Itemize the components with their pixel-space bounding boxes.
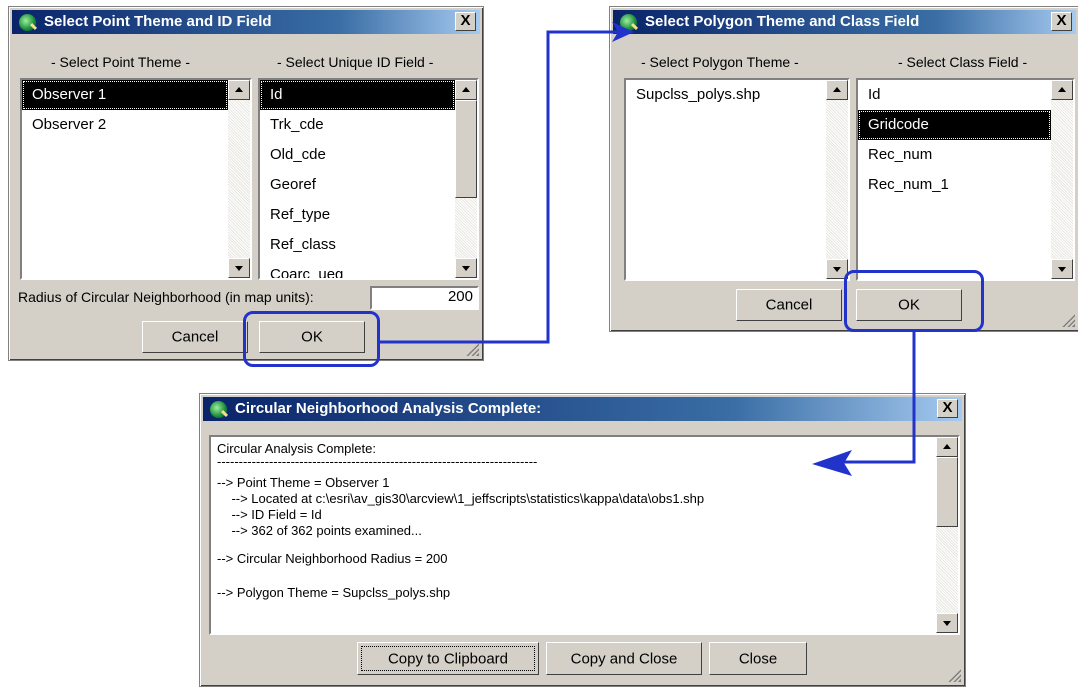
- cancel-button[interactable]: Cancel: [142, 321, 248, 353]
- scroll-thumb[interactable]: [455, 100, 477, 198]
- class-field-header: - Select Class Field -: [898, 54, 1028, 70]
- dialog-title: Select Polygon Theme and Class Field: [645, 13, 920, 30]
- scroll-down-icon[interactable]: [228, 258, 250, 278]
- output-line: --> 362 of 362 points examined...: [217, 523, 422, 538]
- app-globe-icon: [19, 14, 36, 31]
- point-theme-list[interactable]: Observer 1 Observer 2: [20, 78, 252, 280]
- output-line: --> Circular Neighborhood Radius = 200: [217, 551, 448, 566]
- title-bar[interactable]: Select Polygon Theme and Class Field: [613, 10, 1076, 34]
- scrollbar[interactable]: [455, 80, 477, 278]
- resize-grip-icon[interactable]: [465, 342, 479, 356]
- cancel-button-label: Cancel: [765, 296, 813, 314]
- copy-to-clipboard-button[interactable]: Copy to Clipboard: [357, 642, 539, 675]
- app-globe-icon: [620, 14, 637, 31]
- scroll-down-icon[interactable]: [936, 613, 958, 633]
- list-item[interactable]: Id: [260, 80, 455, 110]
- scroll-thumb[interactable]: [936, 457, 958, 527]
- title-bar[interactable]: Circular Neighborhood Analysis Complete:: [203, 397, 962, 421]
- app-globe-icon: [210, 401, 227, 418]
- ok-highlight-callout: [844, 270, 984, 332]
- list-item[interactable]: Georef: [260, 170, 455, 200]
- point-theme-header: - Select Point Theme -: [51, 54, 191, 70]
- list-item[interactable]: Id: [858, 80, 1051, 110]
- scrollbar[interactable]: [826, 80, 848, 279]
- resize-grip-icon[interactable]: [1061, 313, 1075, 327]
- scrollbar[interactable]: [936, 437, 958, 633]
- scroll-down-icon[interactable]: [455, 258, 477, 278]
- list-item[interactable]: Old_cde: [260, 140, 455, 170]
- list-item[interactable]: Trk_cde: [260, 110, 455, 140]
- list-item[interactable]: Coarc_ueg: [260, 260, 455, 278]
- resize-grip-icon[interactable]: [947, 668, 961, 682]
- scroll-up-icon[interactable]: [228, 80, 250, 100]
- copy-and-close-label: Copy and Close: [570, 650, 678, 667]
- output-line: --> Point Theme = Observer 1: [217, 475, 390, 490]
- polygon-theme-list[interactable]: Supclss_polys.shp: [624, 78, 850, 281]
- point-theme-dialog: Select Point Theme and ID Field X - Sele…: [8, 6, 484, 361]
- list-item[interactable]: Gridcode: [858, 110, 1051, 140]
- scroll-up-icon[interactable]: [1051, 80, 1073, 100]
- list-item[interactable]: Supclss_polys.shp: [626, 80, 826, 110]
- scroll-up-icon[interactable]: [826, 80, 848, 100]
- output-text-area[interactable]: Circular Analysis Complete: ------------…: [209, 435, 960, 635]
- scroll-up-icon[interactable]: [455, 80, 477, 100]
- close-button-label: Close: [738, 650, 778, 667]
- output-line: --> ID Field = Id: [217, 507, 322, 522]
- output-line: --> Located at c:\esri\av_gis30\arcview\…: [217, 491, 705, 506]
- list-item[interactable]: Ref_type: [260, 200, 455, 230]
- ok-highlight-callout: [243, 311, 380, 367]
- scroll-up-icon[interactable]: [936, 437, 958, 457]
- id-field-header: - Select Unique ID Field -: [277, 54, 434, 70]
- polygon-theme-header: - Select Polygon Theme -: [641, 54, 799, 70]
- analysis-complete-dialog: Circular Neighborhood Analysis Complete:…: [199, 393, 966, 687]
- list-item[interactable]: Rec_num_1: [858, 170, 1051, 200]
- scrollbar[interactable]: [1051, 80, 1073, 279]
- id-field-list[interactable]: Id Trk_cde Old_cde Georef Ref_type Ref_c…: [258, 78, 479, 280]
- title-bar[interactable]: Select Point Theme and ID Field: [12, 10, 480, 34]
- scroll-down-icon[interactable]: [1051, 259, 1073, 279]
- radius-label: Radius of Circular Neighborhood (in map …: [18, 289, 314, 305]
- dialog-title: Circular Neighborhood Analysis Complete:: [235, 400, 542, 417]
- copy-to-clipboard-label: Copy to Clipboard: [387, 650, 509, 667]
- class-field-list[interactable]: Id Gridcode Rec_num Rec_num_1: [856, 78, 1075, 281]
- output-line: ----------------------------------------…: [217, 454, 538, 469]
- cancel-button-label: Cancel: [171, 328, 219, 346]
- list-item[interactable]: Observer 2: [22, 110, 228, 140]
- copy-and-close-button[interactable]: Copy and Close: [546, 642, 702, 675]
- cancel-button[interactable]: Cancel: [736, 289, 842, 321]
- list-item[interactable]: Ref_class: [260, 230, 455, 260]
- list-item[interactable]: Observer 1: [22, 80, 228, 110]
- radius-input[interactable]: 200: [370, 286, 479, 310]
- output-text: Circular Analysis Complete: ------------…: [217, 441, 932, 601]
- close-icon[interactable]: X: [1051, 12, 1072, 31]
- close-icon[interactable]: X: [937, 399, 958, 418]
- scrollbar[interactable]: [228, 80, 250, 278]
- close-icon[interactable]: X: [455, 12, 476, 31]
- list-item[interactable]: Rec_num: [858, 140, 1051, 170]
- output-line: --> Polygon Theme = Supclss_polys.shp: [217, 585, 451, 600]
- dialog-title: Select Point Theme and ID Field: [44, 13, 272, 30]
- close-button[interactable]: Close: [709, 642, 807, 675]
